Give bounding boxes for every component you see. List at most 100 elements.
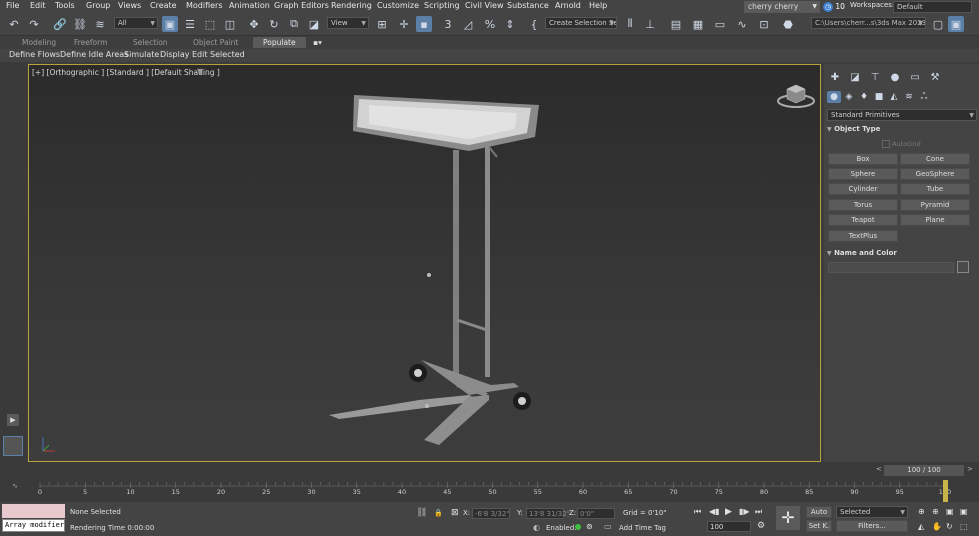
cylinder-button[interactable]: Cylinder — [828, 183, 898, 195]
display-tab-icon[interactable]: ▭ — [908, 72, 922, 84]
schematic-view-icon[interactable]: ⊡ — [756, 16, 772, 32]
motion-tab-icon[interactable]: ● — [888, 72, 902, 84]
object-type-rollout[interactable]: ▼ Object Type — [827, 124, 974, 135]
time-slider-thumb[interactable]: 100 / 100 — [884, 465, 964, 476]
zoom-icon[interactable]: ⊕ — [918, 507, 925, 516]
redo-icon[interactable]: ↷ — [26, 16, 42, 32]
workspace-dropdown[interactable]: Default — [893, 1, 972, 13]
menu-scripting[interactable]: Scripting — [424, 1, 460, 10]
next-frame-arrow-icon[interactable]: > — [967, 465, 973, 473]
rotate-icon[interactable]: ↻ — [266, 16, 282, 32]
menu-civil-view[interactable]: Civil View — [465, 1, 504, 10]
save-icon[interactable]: ▣ — [948, 16, 964, 32]
zoom-extents-icon[interactable]: ▣ — [946, 507, 954, 516]
selection-lock-icon[interactable]: ⛓ — [416, 508, 427, 518]
modify-tab-icon[interactable]: ◪ — [848, 72, 862, 84]
key-filters-button[interactable]: Filters... — [836, 520, 908, 532]
create-tab-icon[interactable]: ✚ — [828, 72, 842, 84]
viewport-label[interactable]: [+] [Orthographic ] [Standard ] [Default… — [32, 68, 220, 77]
prev-frame-arrow-icon[interactable]: < — [876, 465, 882, 473]
reference-coordinate-dropdown[interactable]: View ▼ — [327, 17, 369, 29]
link-icon[interactable]: 🔗 — [52, 16, 68, 32]
display-button[interactable]: Display — [160, 50, 190, 59]
maxscript-listener-pink[interactable] — [2, 504, 65, 518]
angle-snap-icon[interactable]: ◿ — [460, 16, 476, 32]
orbit-icon[interactable]: ↻ — [946, 522, 953, 531]
expand-arrow-icon[interactable]: ▶ — [7, 414, 19, 426]
mayo-stand-model[interactable] — [319, 95, 549, 455]
menu-modifiers[interactable]: Modifiers — [186, 1, 223, 10]
project-path-field[interactable]: C:\Users\cherr...s\3ds Max 2023 ▼ — [811, 17, 926, 29]
edit-selected-button[interactable]: Edit Selected — [192, 50, 245, 59]
select-object-icon[interactable]: ▣ — [162, 16, 178, 32]
define-idle-areas-button[interactable]: Define Idle Areas — [60, 50, 128, 59]
toggle-ribbon-icon[interactable]: ▭ — [712, 16, 728, 32]
viewport-orthographic[interactable]: [+] [Orthographic ] [Standard ] [Default… — [28, 64, 821, 462]
set-key-button[interactable]: Set K. — [806, 520, 832, 532]
absolute-mode-icon[interactable]: ⊠ — [451, 508, 459, 518]
tube-button[interactable]: Tube — [900, 183, 970, 195]
torus-button[interactable]: Torus — [828, 199, 898, 211]
menu-arnold[interactable]: Arnold — [555, 1, 581, 10]
y-coordinate-field[interactable]: 13'8 31/32" — [526, 508, 570, 519]
lights-icon[interactable]: ♦ — [857, 91, 871, 103]
space-warps-icon[interactable]: ≋ — [902, 91, 916, 103]
move-icon[interactable]: ✥ — [246, 16, 262, 32]
add-time-tag[interactable]: Add Time Tag — [619, 524, 666, 532]
zoom-all-icon[interactable]: ⊕ — [932, 507, 939, 516]
field-of-view-icon[interactable]: ◭ — [918, 522, 924, 531]
go-to-start-icon[interactable]: ⏮ — [694, 507, 701, 517]
menu-animation[interactable]: Animation — [229, 1, 270, 10]
user-account[interactable]: cherry cherry ▼ — [744, 1, 820, 13]
menu-customize[interactable]: Customize — [377, 1, 419, 10]
hierarchy-tab-icon[interactable]: ⊤ — [868, 72, 882, 84]
helpers-icon[interactable]: ◭ — [887, 91, 901, 103]
x-coordinate-field[interactable]: -6'8 3/32" — [472, 508, 510, 519]
notifications[interactable]: ◷ 10 — [823, 1, 847, 13]
scene-explorer-icon[interactable]: ▤ — [668, 16, 684, 32]
viewport-layout-thumbnail[interactable] — [3, 436, 23, 456]
menu-graph-editors[interactable]: Graph Editors — [274, 1, 329, 10]
project-folder-icon[interactable]: ▢ — [930, 16, 946, 32]
autogrid-checkbox[interactable]: AutoGrid — [882, 140, 921, 148]
category-dropdown[interactable]: Standard Primitives ▼ — [827, 109, 977, 121]
placement-icon[interactable]: ◪ — [306, 16, 322, 32]
scale-icon[interactable]: ⧉ — [286, 16, 302, 32]
select-manipulate-icon[interactable]: ✛ — [396, 16, 412, 32]
tab-populate[interactable]: Populate — [253, 37, 306, 48]
script-icon[interactable]: ◐ — [533, 523, 540, 532]
cone-button[interactable]: Cone — [900, 153, 970, 165]
auto-key-button[interactable]: Auto — [806, 506, 832, 518]
curve-editor-icon[interactable]: ∿ — [734, 16, 750, 32]
maximize-viewport-icon[interactable]: ⬚ — [960, 522, 968, 531]
unlink-icon[interactable]: ⛓ — [72, 16, 88, 32]
define-flows-button[interactable]: Define Flows — [9, 50, 60, 59]
box-button[interactable]: Box — [828, 153, 898, 165]
bind-spacewarp-icon[interactable]: ≋ — [92, 16, 108, 32]
menu-create[interactable]: Create — [150, 1, 177, 10]
zoom-extents-all-icon[interactable]: ▣ — [960, 507, 968, 516]
undo-icon[interactable]: ↶ — [6, 16, 22, 32]
name-and-color-rollout[interactable]: ▼ Name and Color — [827, 248, 974, 259]
maxscript-input[interactable]: Array modifier — [2, 519, 65, 532]
time-configuration-icon[interactable]: ⚙ — [757, 521, 765, 531]
ribbon-options-icon[interactable]: ▪▾ — [313, 38, 322, 47]
set-key-icon[interactable]: ✛ — [776, 506, 800, 530]
tab-object-paint[interactable]: Object Paint — [193, 38, 238, 47]
snaps-toggle-icon[interactable]: 3 — [440, 16, 456, 32]
window-crossing-icon[interactable]: ◫ — [222, 16, 238, 32]
align-icon[interactable]: ⊥ — [642, 16, 658, 32]
play-icon[interactable]: ▶ — [725, 507, 732, 517]
percent-snap-icon[interactable]: % — [482, 16, 498, 32]
menu-help[interactable]: Help — [589, 1, 607, 10]
filter-icon[interactable]: ▼ — [197, 67, 203, 76]
teapot-button[interactable]: Teapot — [828, 214, 898, 226]
menu-edit[interactable]: Edit — [30, 1, 46, 10]
pyramid-button[interactable]: Pyramid — [900, 199, 970, 211]
plane-button[interactable]: Plane — [900, 214, 970, 226]
material-editor-icon[interactable]: ⬣ — [780, 16, 796, 32]
selection-filter-dropdown[interactable]: All ▼ — [114, 17, 158, 29]
next-frame-icon[interactable]: ▮▶ — [739, 507, 750, 516]
tab-freeform[interactable]: Freeform — [74, 38, 107, 47]
menu-substance[interactable]: Substance — [507, 1, 549, 10]
